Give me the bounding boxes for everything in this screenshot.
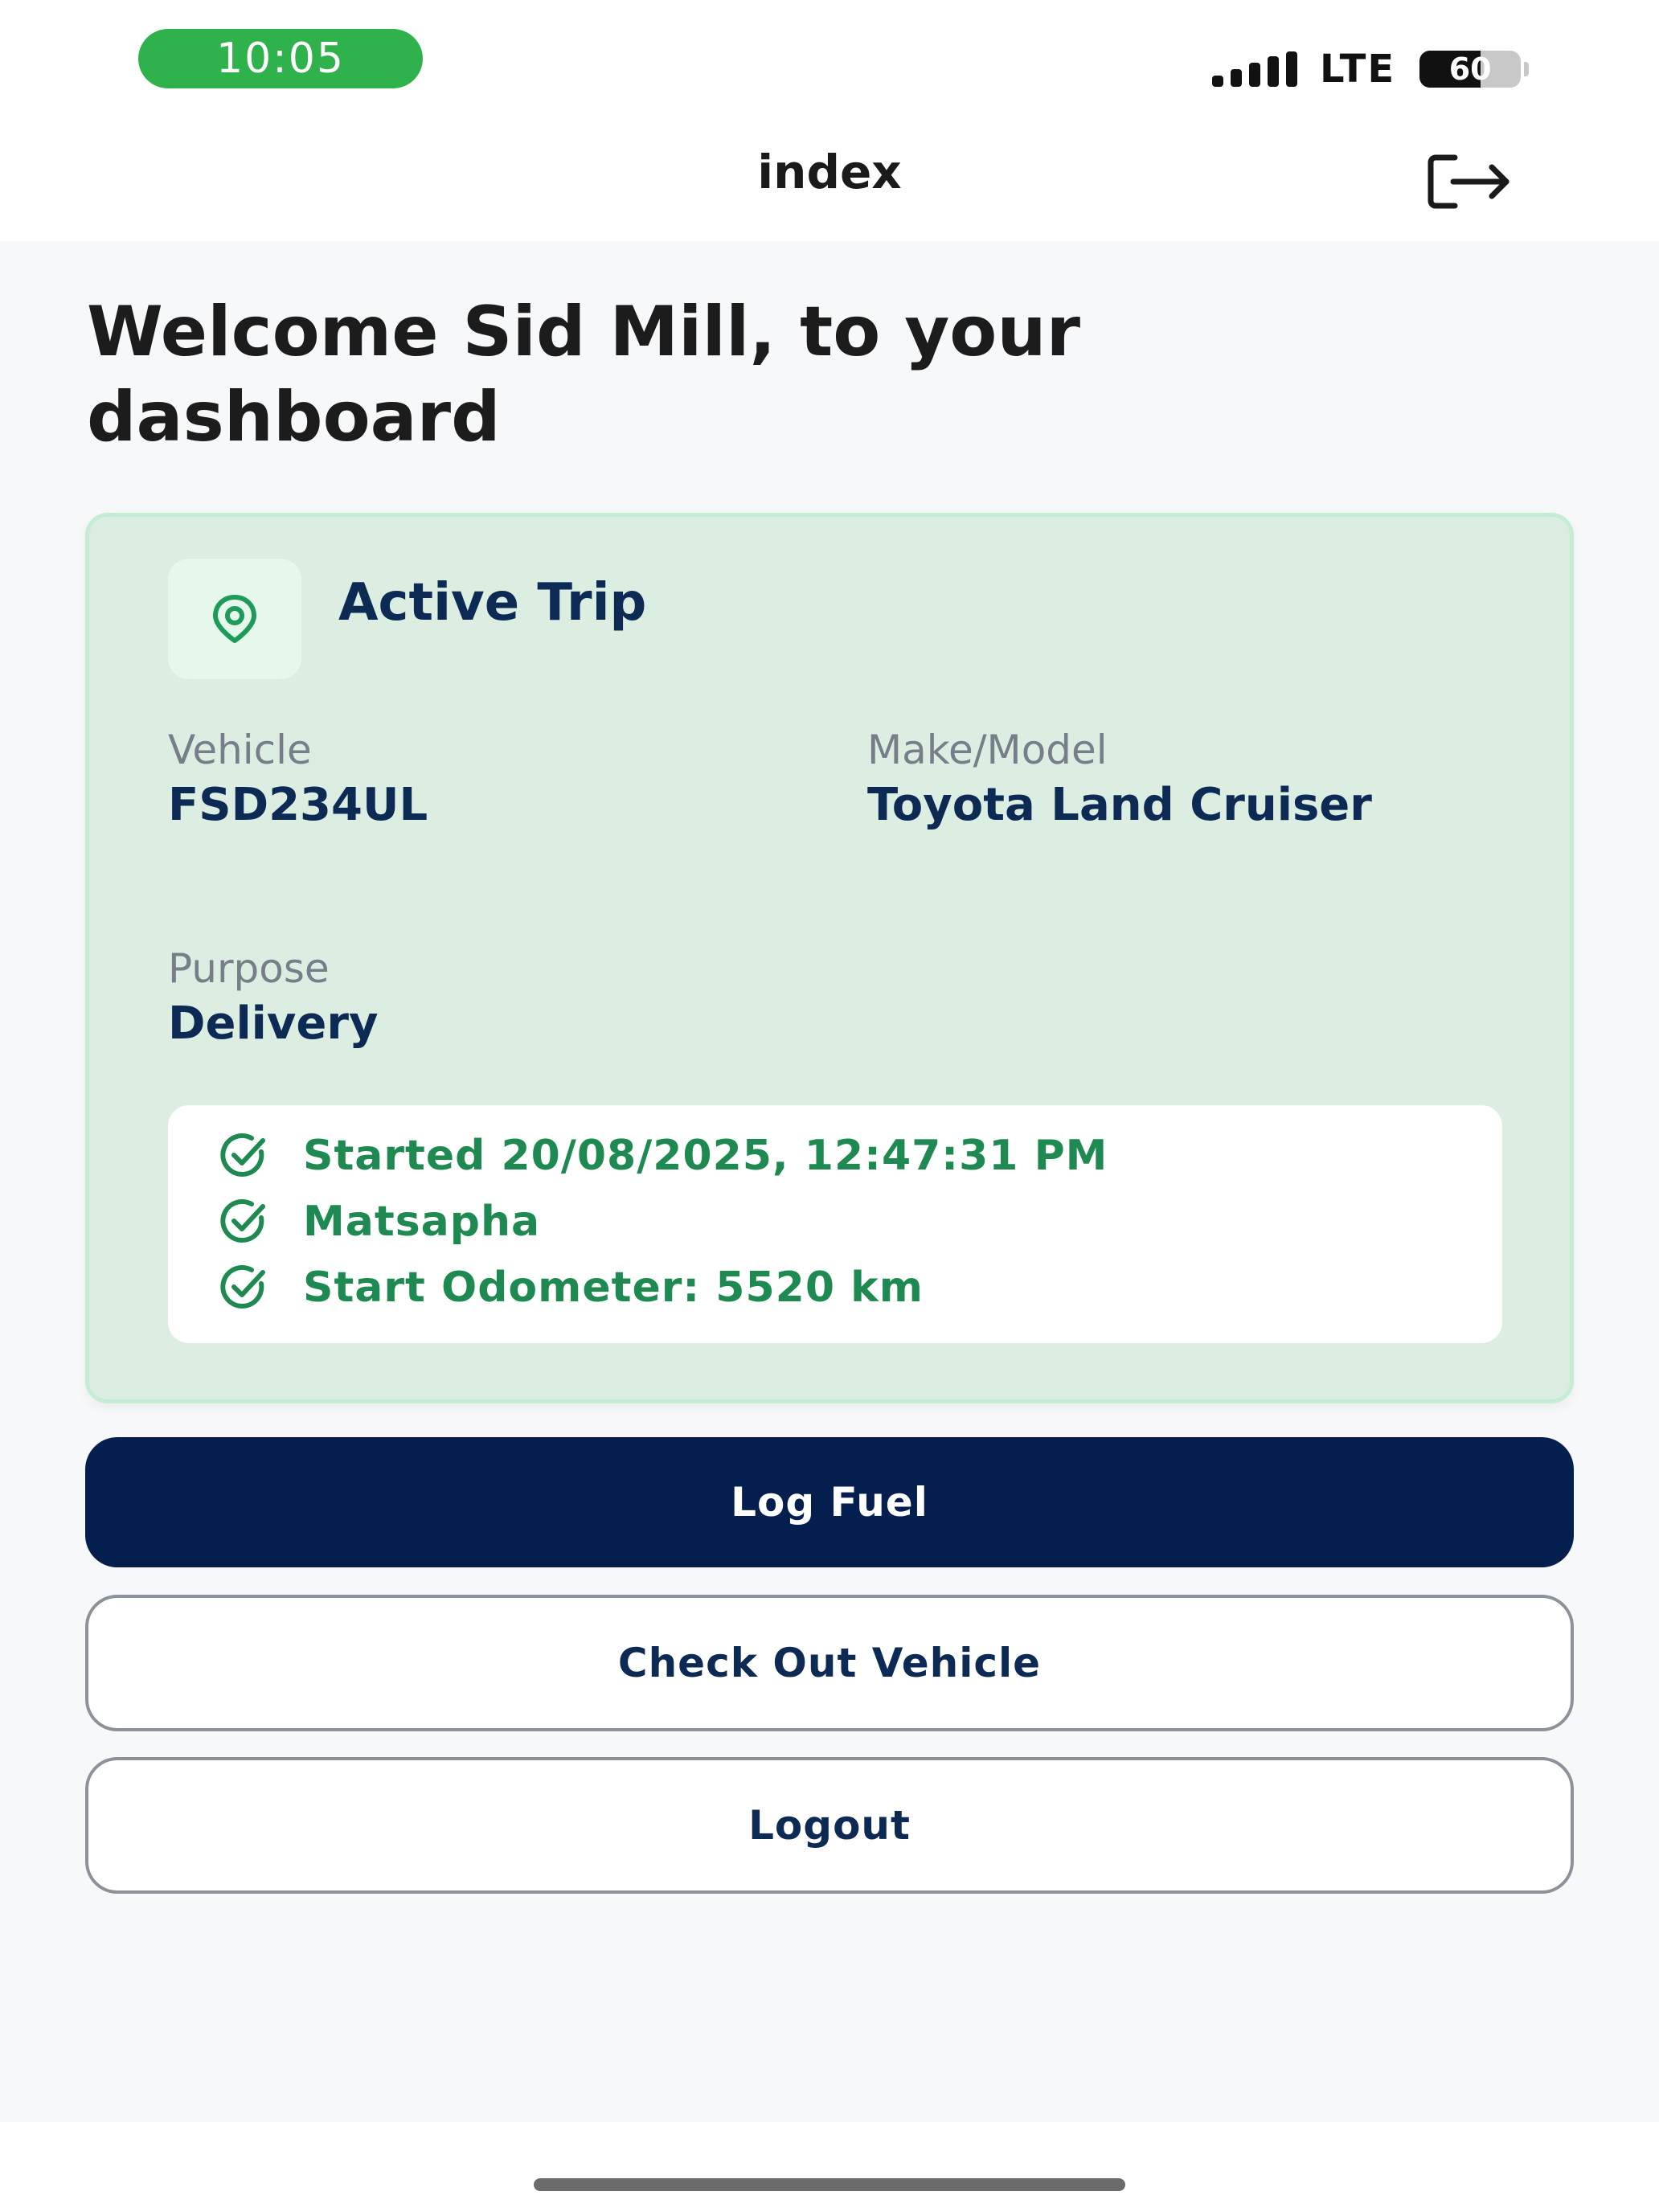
- battery-level: 60: [1448, 51, 1492, 87]
- status-indicators: LTE 60: [1212, 45, 1530, 93]
- trip-details-box: Started 20/08/2025, 12:47:31 PM Matsapha…: [168, 1105, 1502, 1343]
- trip-start-odometer: Start Odometer: 5520 km: [303, 1264, 924, 1312]
- vehicle-label: Vehicle: [168, 727, 312, 773]
- status-bar: 10:05 LTE 60: [0, 0, 1659, 121]
- make-model-field: Make/Model Toyota Land Cruiser: [867, 726, 1478, 830]
- home-indicator-area: [0, 2122, 1659, 2212]
- nav-bar: index: [0, 121, 1659, 241]
- log-fuel-button[interactable]: Log Fuel: [85, 1437, 1574, 1567]
- logout-button[interactable]: Logout: [85, 1757, 1574, 1894]
- home-indicator[interactable]: [534, 2178, 1125, 2191]
- network-label: LTE: [1320, 47, 1396, 92]
- page-title: index: [757, 145, 902, 199]
- trip-start-time-row: Started 20/08/2025, 12:47:31 PM: [218, 1131, 1108, 1181]
- purpose-label: Purpose: [168, 945, 330, 992]
- battery-cap: [1524, 62, 1530, 76]
- map-pin-icon: [168, 559, 301, 679]
- vehicle-field: Vehicle FSD234UL: [168, 726, 795, 830]
- vehicle-value: FSD234UL: [168, 779, 428, 831]
- battery-icon: 60: [1419, 51, 1522, 88]
- check-circle-icon: [220, 1264, 265, 1309]
- make-model-label: Make/Model: [867, 727, 1108, 773]
- active-trip-title: Active Trip: [338, 573, 647, 633]
- trip-start-time: Started 20/08/2025, 12:47:31 PM: [303, 1132, 1108, 1180]
- trip-location: Matsapha: [303, 1198, 541, 1246]
- trip-odometer-row: Start Odometer: 5520 km: [218, 1263, 924, 1313]
- welcome-heading: Welcome Sid Mill, to your dashboard: [87, 292, 1080, 457]
- dashboard-content: Welcome Sid Mill, to your dashboard Acti…: [0, 241, 1659, 2122]
- trip-location-row: Matsapha: [218, 1197, 540, 1247]
- exit-arrow-icon[interactable]: [1423, 150, 1519, 214]
- purpose-value: Delivery: [168, 997, 379, 1050]
- purpose-field: Purpose Delivery: [168, 944, 795, 1049]
- check-circle-icon: [220, 1198, 265, 1243]
- active-trip-card: Active Trip Vehicle FSD234UL Make/Model …: [85, 513, 1574, 1403]
- check-out-vehicle-button[interactable]: Check Out Vehicle: [85, 1595, 1574, 1731]
- check-circle-icon: [220, 1133, 265, 1177]
- make-model-value: Toyota Land Cruiser: [867, 779, 1372, 831]
- signal-bars-icon: [1212, 51, 1297, 87]
- status-time: 10:05: [138, 29, 423, 88]
